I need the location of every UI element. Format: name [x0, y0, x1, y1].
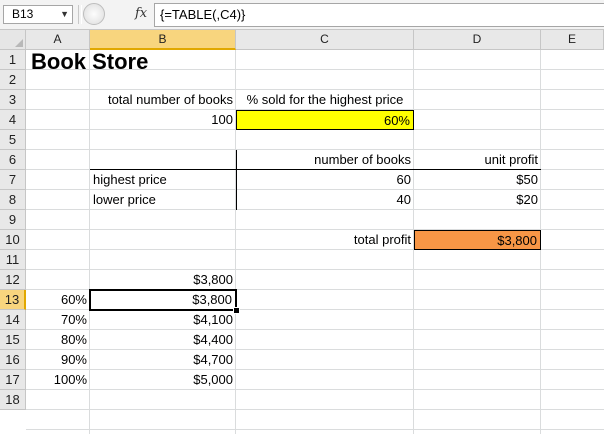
data-table-pct[interactable]: 80%: [26, 330, 90, 350]
row-header[interactable]: 16: [0, 350, 26, 370]
row-header[interactable]: 15: [0, 330, 26, 350]
select-all-corner[interactable]: [0, 30, 26, 50]
data-table-profit[interactable]: $4,400: [90, 330, 236, 350]
lower-profit-value[interactable]: $20: [414, 190, 541, 210]
row-header[interactable]: 12: [0, 270, 26, 290]
row-header[interactable]: 4: [0, 110, 26, 130]
data-table-pct[interactable]: 70%: [26, 310, 90, 330]
formula-input[interactable]: {=TABLE(,C4)}: [154, 3, 604, 27]
sheet-title[interactable]: Book Store: [26, 51, 236, 73]
header-blank-cell[interactable]: [90, 150, 236, 170]
unit-profit-header[interactable]: unit profit: [414, 150, 541, 170]
total-profit-value[interactable]: $3,800: [414, 230, 541, 250]
row-header[interactable]: 13: [0, 290, 26, 310]
column-header-d[interactable]: D: [414, 30, 541, 50]
row-header[interactable]: 3: [0, 90, 26, 110]
spreadsheet-grid: A B C D E 1 2 3 4 5 6 7 8 9 10 11 12 13 …: [0, 30, 604, 434]
gridline: [26, 429, 604, 430]
data-table-profit[interactable]: $4,100: [90, 310, 236, 330]
highest-profit-value[interactable]: $50: [414, 170, 541, 190]
number-of-books-header[interactable]: number of books: [236, 150, 414, 170]
data-table-header-result[interactable]: $3,800: [90, 270, 236, 290]
active-cell-b13[interactable]: $3,800: [89, 289, 237, 311]
column-header-a[interactable]: A: [26, 30, 90, 50]
formula-bar-separator: [78, 5, 82, 24]
row-header[interactable]: 2: [0, 70, 26, 90]
highest-books-value[interactable]: 60: [236, 170, 414, 190]
lower-books-value[interactable]: 40: [236, 190, 414, 210]
insert-function-icon[interactable]: fx: [135, 6, 147, 21]
row-header[interactable]: 5: [0, 130, 26, 150]
data-table-pct[interactable]: 100%: [26, 370, 90, 390]
row-header[interactable]: 14: [0, 310, 26, 330]
highest-price-label[interactable]: highest price: [90, 170, 236, 190]
chevron-down-icon[interactable]: ▼: [60, 6, 69, 23]
pct-highest-label[interactable]: % sold for the highest price: [236, 90, 414, 110]
column-header-c[interactable]: C: [236, 30, 414, 50]
row-header[interactable]: 9: [0, 210, 26, 230]
row-header[interactable]: 10: [0, 230, 26, 250]
name-box[interactable]: B13 ▼: [3, 5, 73, 24]
formula-bar: B13 ▼ fx {=TABLE(,C4)}: [0, 0, 604, 30]
formula-text: {=TABLE(,C4)}: [160, 7, 246, 22]
name-box-value: B13: [12, 7, 34, 21]
total-books-label[interactable]: total number of books: [90, 90, 236, 110]
row-header[interactable]: 18: [0, 390, 26, 410]
resize-knob-icon[interactable]: [83, 3, 105, 25]
row-header[interactable]: 1: [0, 50, 26, 70]
column-header-e[interactable]: E: [541, 30, 604, 50]
row-header[interactable]: 6: [0, 150, 26, 170]
column-header-b[interactable]: B: [90, 30, 236, 50]
pct-highest-value[interactable]: 60%: [236, 110, 414, 130]
total-profit-label[interactable]: total profit: [236, 230, 414, 250]
row-header[interactable]: 8: [0, 190, 26, 210]
lower-price-label[interactable]: lower price: [90, 190, 236, 210]
data-table-profit[interactable]: $5,000: [90, 370, 236, 390]
data-table-pct[interactable]: 90%: [26, 350, 90, 370]
select-all-icon: [15, 39, 23, 47]
row-header[interactable]: 17: [0, 370, 26, 390]
gridline: [26, 409, 604, 410]
row-header[interactable]: 11: [0, 250, 26, 270]
data-table-profit[interactable]: $4,700: [90, 350, 236, 370]
total-books-value[interactable]: 100: [90, 110, 236, 130]
data-table-pct[interactable]: 60%: [26, 290, 90, 310]
row-header[interactable]: 7: [0, 170, 26, 190]
